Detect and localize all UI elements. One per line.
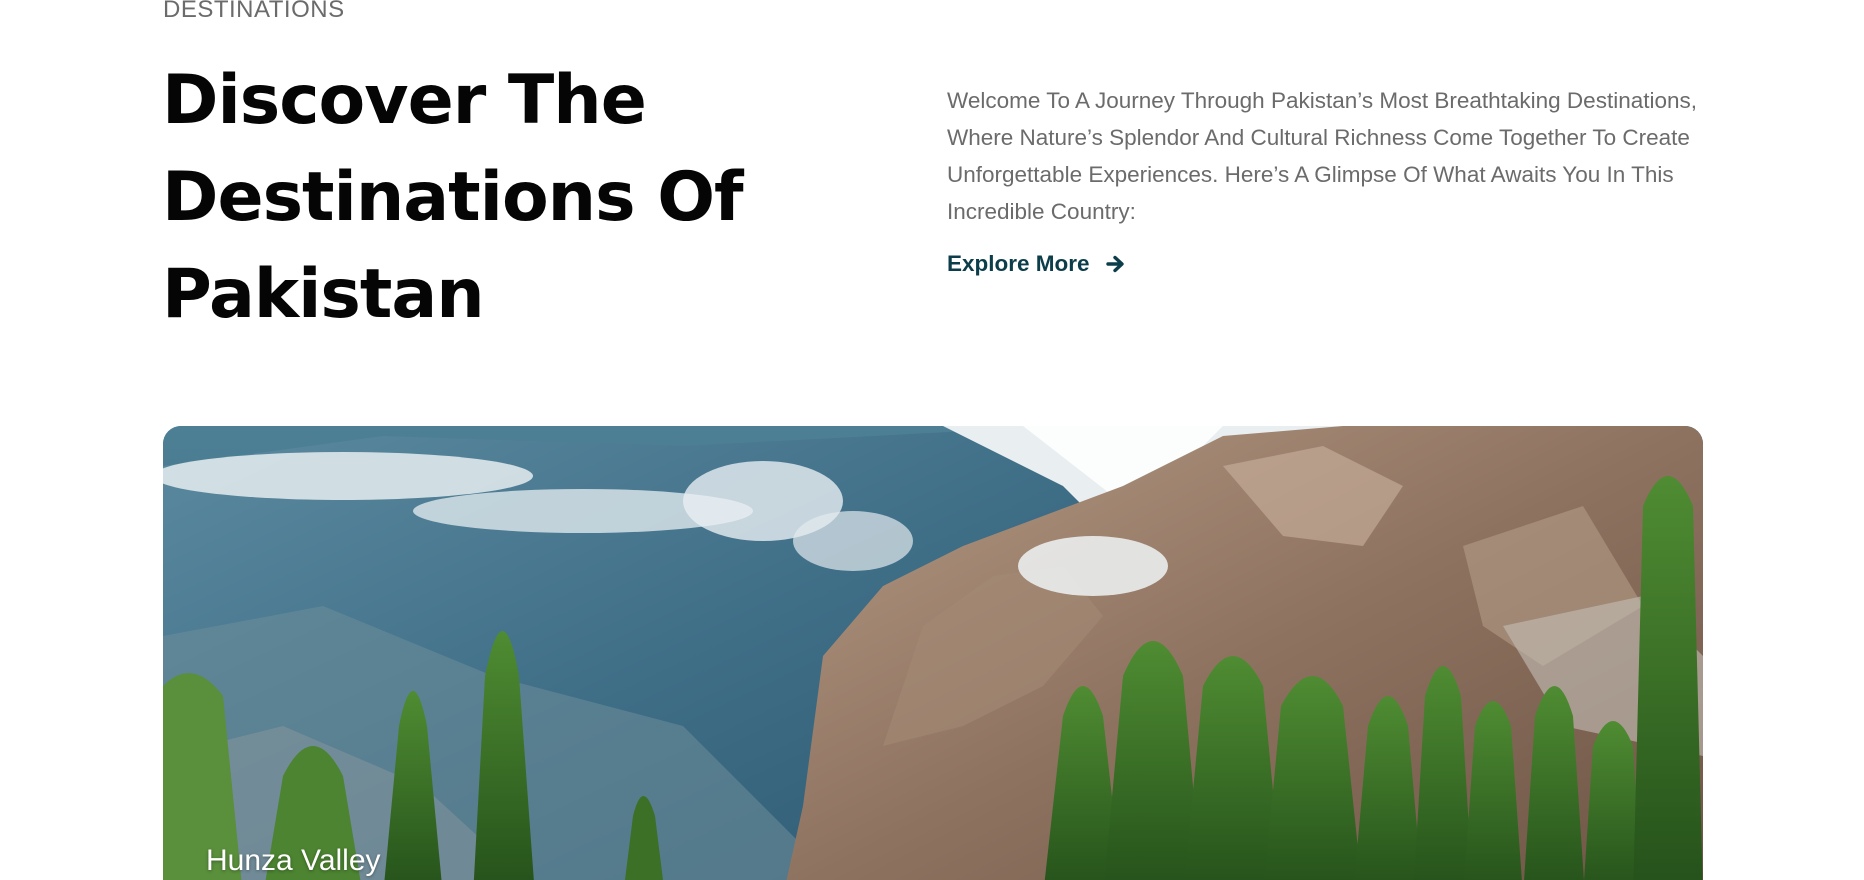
section-title: Discover The Destinations Of Pakistan [162,52,782,343]
destination-label: Hunza Valley [206,844,381,877]
title-line-2: Destinations Of [162,158,744,237]
section-intro: Welcome To A Journey Through Pakistan’s … [947,88,1697,224]
title-line-3: Pakistan [162,255,485,334]
destination-card-hunza[interactable]: Hunza Valley [163,426,1703,880]
title-line-1: Discover The [162,61,647,140]
arrow-right-icon [1105,254,1126,274]
mountain-valley-photo [163,426,1703,880]
explore-more-link[interactable]: Explore More [947,251,1126,277]
section-eyebrow: DESTINATIONS [163,0,345,23]
explore-more-label: Explore More [947,251,1090,276]
destinations-section: DESTINATIONS Discover The Destinations O… [0,0,1864,880]
